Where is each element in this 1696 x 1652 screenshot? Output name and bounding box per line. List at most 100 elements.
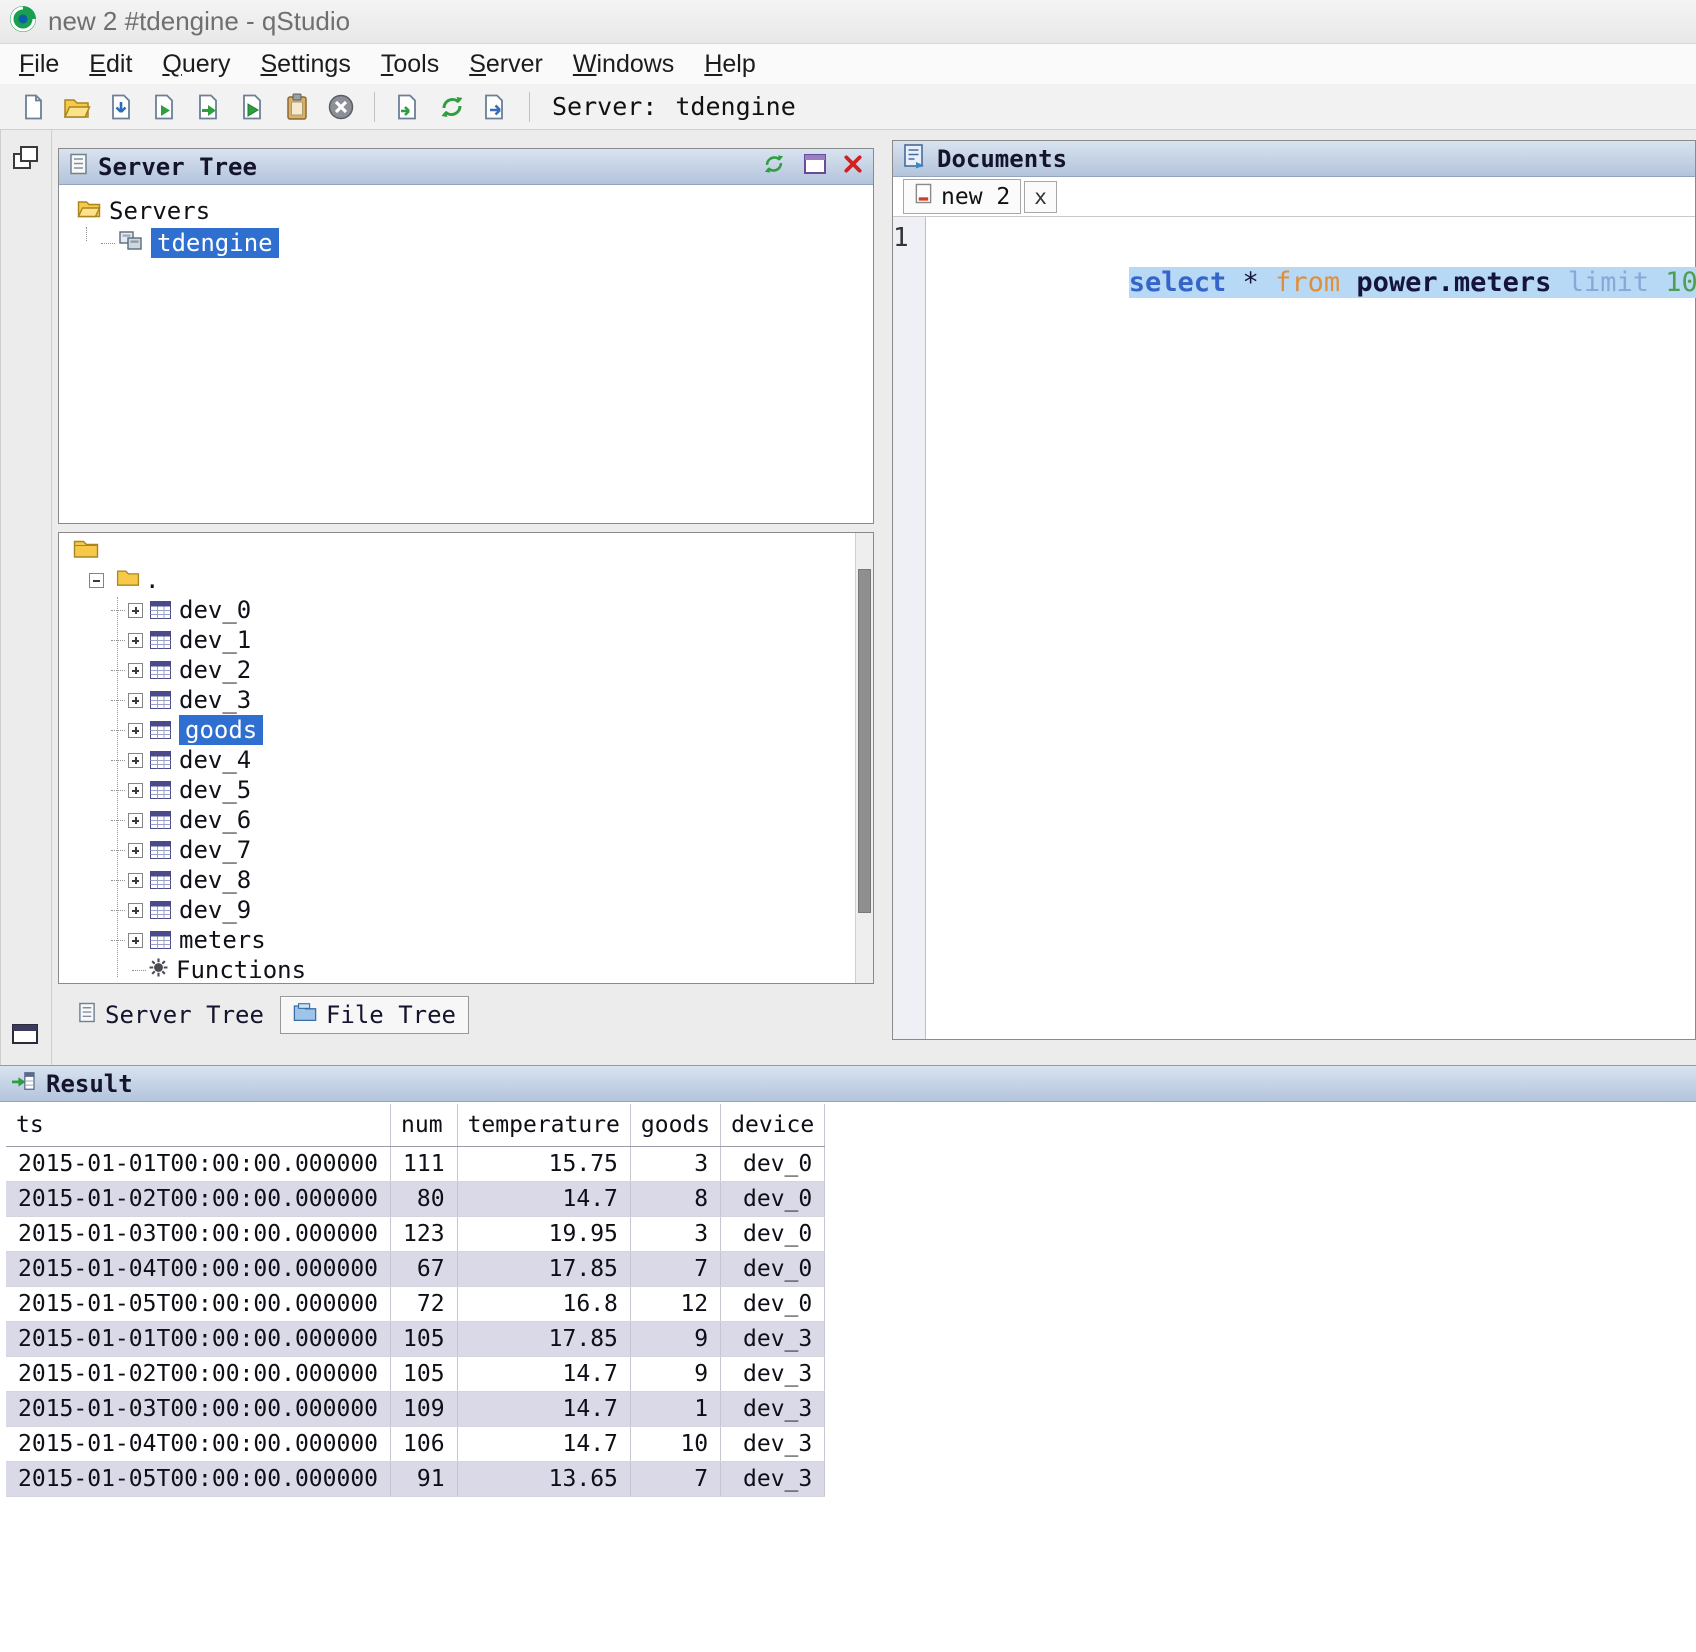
scrollbar-thumb[interactable] (858, 569, 871, 913)
cell-temperature[interactable]: 17.85 (457, 1252, 630, 1287)
expand-icon[interactable] (128, 723, 143, 738)
server-field-value[interactable]: tdengine (675, 92, 795, 121)
expand-icon[interactable] (128, 933, 143, 948)
file-tree-item-dev_2[interactable]: dev_2 (69, 655, 855, 685)
expand-icon[interactable] (128, 663, 143, 678)
cell-goods[interactable]: 1 (630, 1392, 720, 1427)
code-line[interactable]: select * from power.meters limit 10; (934, 223, 1696, 343)
cell-goods[interactable]: 3 (630, 1147, 720, 1182)
send-query-icon[interactable] (477, 88, 515, 126)
cell-num[interactable]: 109 (391, 1392, 458, 1427)
file-tree-item-dev_4[interactable]: dev_4 (69, 745, 855, 775)
file-tree-item-dev_0[interactable]: dev_0 (69, 595, 855, 625)
refresh-icon[interactable] (761, 151, 787, 182)
refresh-server-icon[interactable] (433, 88, 471, 126)
maximize-panel-icon[interactable] (803, 153, 827, 180)
sql-editor[interactable]: 1 select * from power.meters limit 10; (893, 217, 1695, 1039)
cell-temperature[interactable]: 19.95 (457, 1217, 630, 1252)
cell-device[interactable]: dev_0 (721, 1147, 825, 1182)
cell-ts[interactable]: 2015-01-02T00:00:00.000000 (6, 1357, 391, 1392)
file-tree-item-dev_8[interactable]: dev_8 (69, 865, 855, 895)
server-tree-item-tdengine[interactable]: tdengine (59, 227, 873, 259)
cell-ts[interactable]: 2015-01-02T00:00:00.000000 (6, 1182, 391, 1217)
restore-windows-icon[interactable] (11, 144, 41, 177)
cell-device[interactable]: dev_3 (721, 1427, 825, 1462)
cell-goods[interactable]: 9 (630, 1322, 720, 1357)
file-tree-item-dev_5[interactable]: dev_5 (69, 775, 855, 805)
cell-num[interactable]: 72 (391, 1287, 458, 1322)
cell-temperature[interactable]: 14.7 (457, 1357, 630, 1392)
cell-device[interactable]: dev_0 (721, 1182, 825, 1217)
table-row[interactable]: 2015-01-04T00:00:00.00000010614.710dev_3 (6, 1427, 825, 1462)
menu-item-settings[interactable]: Settings (245, 46, 365, 83)
cell-goods[interactable]: 8 (630, 1182, 720, 1217)
cell-num[interactable]: 111 (391, 1147, 458, 1182)
document-tab-new-2[interactable]: new 2 (903, 179, 1021, 214)
table-row[interactable]: 2015-01-03T00:00:00.00000012319.953dev_0 (6, 1217, 825, 1252)
cell-ts[interactable]: 2015-01-04T00:00:00.000000 (6, 1427, 391, 1462)
cell-temperature[interactable]: 17.85 (457, 1322, 630, 1357)
expand-icon[interactable] (128, 693, 143, 708)
stop-icon[interactable] (322, 88, 360, 126)
column-header-goods[interactable]: goods (630, 1104, 720, 1147)
menu-item-file[interactable]: File (4, 46, 74, 83)
table-row[interactable]: 2015-01-05T00:00:00.0000009113.657dev_3 (6, 1462, 825, 1497)
cell-temperature[interactable]: 14.7 (457, 1427, 630, 1462)
expand-icon[interactable] (128, 603, 143, 618)
cell-device[interactable]: dev_3 (721, 1322, 825, 1357)
cell-temperature[interactable]: 13.65 (457, 1462, 630, 1497)
tab-file-tree[interactable]: File Tree (280, 996, 469, 1034)
file-tree-dot-folder[interactable]: . (69, 565, 855, 595)
file-tree-item-goods[interactable]: goods (69, 715, 855, 745)
column-header-ts[interactable]: ts (6, 1104, 391, 1147)
save-file-icon[interactable] (102, 88, 140, 126)
expand-icon[interactable] (128, 753, 143, 768)
editor-code-area[interactable]: select * from power.meters limit 10; (926, 217, 1696, 1039)
cell-num[interactable]: 67 (391, 1252, 458, 1287)
cell-device[interactable]: dev_0 (721, 1287, 825, 1322)
table-row[interactable]: 2015-01-03T00:00:00.00000010914.71dev_3 (6, 1392, 825, 1427)
column-header-num[interactable]: num (391, 1104, 458, 1147)
cell-num[interactable]: 91 (391, 1462, 458, 1497)
menu-item-query[interactable]: Query (147, 46, 245, 83)
file-tree-item-dev_1[interactable]: dev_1 (69, 625, 855, 655)
paste-icon[interactable] (278, 88, 316, 126)
file-tree-item-functions[interactable]: Functions (69, 955, 855, 984)
expand-icon[interactable] (128, 633, 143, 648)
cell-goods[interactable]: 9 (630, 1357, 720, 1392)
close-panel-icon[interactable] (843, 154, 863, 179)
cell-goods[interactable]: 7 (630, 1462, 720, 1497)
cell-ts[interactable]: 2015-01-05T00:00:00.000000 (6, 1287, 391, 1322)
cell-device[interactable]: dev_3 (721, 1357, 825, 1392)
expand-icon[interactable] (128, 783, 143, 798)
run-line-icon[interactable] (190, 88, 228, 126)
menu-item-edit[interactable]: Edit (74, 46, 147, 83)
table-row[interactable]: 2015-01-04T00:00:00.0000006717.857dev_0 (6, 1252, 825, 1287)
cell-ts[interactable]: 2015-01-03T00:00:00.000000 (6, 1217, 391, 1252)
cell-num[interactable]: 106 (391, 1427, 458, 1462)
cell-device[interactable]: dev_3 (721, 1462, 825, 1497)
cell-temperature[interactable]: 15.75 (457, 1147, 630, 1182)
document-tab-close-button[interactable]: x (1024, 181, 1057, 213)
file-tree-scrollbar[interactable] (855, 533, 873, 983)
tab-server-tree[interactable]: Server Tree (66, 997, 276, 1033)
collapse-icon[interactable] (89, 573, 104, 588)
expand-icon[interactable] (128, 873, 143, 888)
expand-icon[interactable] (128, 843, 143, 858)
file-tree-item-dev_7[interactable]: dev_7 (69, 835, 855, 865)
table-row[interactable]: 2015-01-02T00:00:00.0000008014.78dev_0 (6, 1182, 825, 1217)
minimized-panel-icon[interactable] (11, 1022, 41, 1051)
file-tree-item-dev_6[interactable]: dev_6 (69, 805, 855, 835)
cell-num[interactable]: 123 (391, 1217, 458, 1252)
cell-ts[interactable]: 2015-01-05T00:00:00.000000 (6, 1462, 391, 1497)
expand-icon[interactable] (128, 903, 143, 918)
table-row[interactable]: 2015-01-05T00:00:00.0000007216.812dev_0 (6, 1287, 825, 1322)
menu-item-help[interactable]: Help (689, 46, 770, 83)
cell-num[interactable]: 105 (391, 1357, 458, 1392)
server-tree-root[interactable]: Servers (59, 195, 873, 227)
cell-ts[interactable]: 2015-01-01T00:00:00.000000 (6, 1147, 391, 1182)
table-row[interactable]: 2015-01-02T00:00:00.00000010514.79dev_3 (6, 1357, 825, 1392)
cell-ts[interactable]: 2015-01-03T00:00:00.000000 (6, 1392, 391, 1427)
open-file-icon[interactable] (58, 88, 96, 126)
table-row[interactable]: 2015-01-01T00:00:00.00000010517.859dev_3 (6, 1322, 825, 1357)
